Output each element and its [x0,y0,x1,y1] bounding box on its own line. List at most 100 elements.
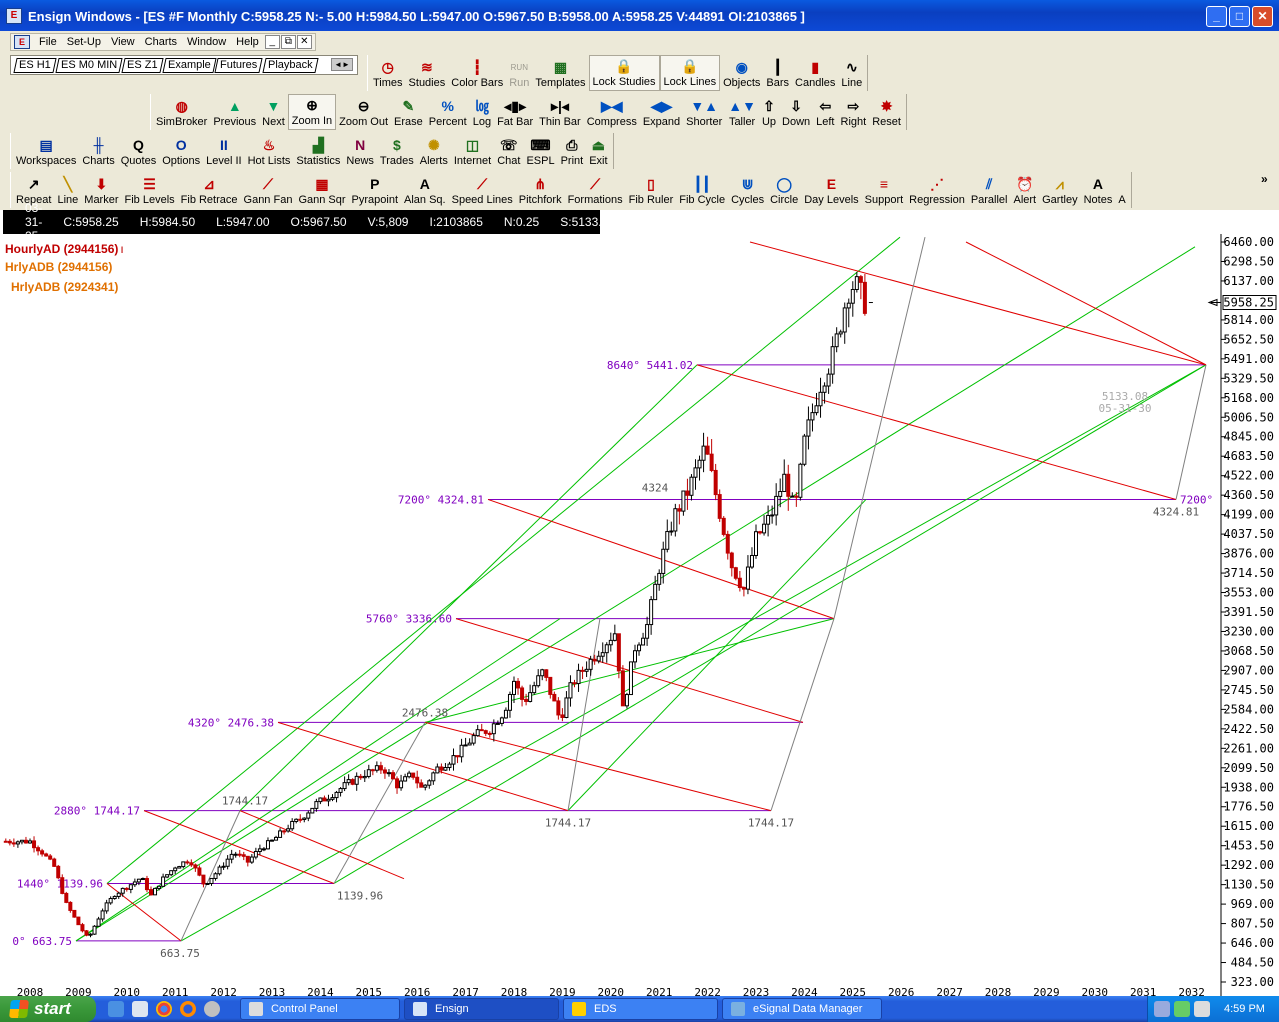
toolbar-button-fat-bar[interactable]: ◂▮▸ Fat Bar [494,94,536,130]
toolbar-button-level-ii[interactable]: II Level II [203,133,244,169]
menu-charts[interactable]: Charts [140,36,182,48]
child-restore-button[interactable]: ⧉ [280,35,296,49]
toolbar-button-percent[interactable]: % Percent [426,94,470,130]
toolbar-button-internet[interactable]: ◫ Internet [451,133,494,169]
toolbar-button-run[interactable]: RUN Run [506,55,532,91]
price-chart[interactable]: 6460.00 6298.50 6137.00 5814.00 5652.50 5491.… [0,234,1279,996]
layout-tab[interactable]: Playback [262,57,318,73]
toolbar-button-compress[interactable]: ▶◀ Compress [584,94,640,130]
toolbar-button-lock-lines[interactable]: 🔒 Lock Lines [659,55,721,91]
toolbar-button-candles[interactable]: ▮ Candles [792,55,838,91]
toolbar-button-a[interactable]: A [1115,172,1128,208]
toolbar-button-pitchfork[interactable]: ⋔ Pitchfork [516,172,565,208]
study-label-hrlyadb-2[interactable]: HrlyADB (2924341) [11,280,118,294]
study-label-hourlyad[interactable]: HourlyAD (2944156) ı [5,242,124,256]
toolbar-button-shorter[interactable]: ▼▲ Shorter [683,94,725,130]
toolbar-button-fib-ruler[interactable]: ▯ Fib Ruler [626,172,677,208]
toolbar-button-alan-sq[interactable]: A Alan Sq. [401,172,449,208]
toolbar-button-down[interactable]: ⇩ Down [779,94,813,130]
layout-tab[interactable]: ES H1 [13,57,57,73]
toolbar-button-up[interactable]: ⇧ Up [759,94,779,130]
toolbar-button-zoom-in[interactable]: ⊕ Zoom In [287,94,337,130]
title-bar[interactable]: E Ensign Windows - [ES #F Monthly C:5958… [0,0,1279,31]
tab-scroll-arrows[interactable]: ◄► [331,58,353,71]
app-quicklaunch-icon[interactable] [204,1001,220,1017]
toolbar-button-templates[interactable]: ▦ Templates [532,55,588,91]
chrome-icon[interactable] [156,1001,172,1017]
toolbar-button-fib-levels[interactable]: ☰ Fib Levels [122,172,178,208]
ie-icon[interactable] [108,1001,124,1017]
toolbar-button-zoom-out[interactable]: ⊖ Zoom Out [336,94,391,130]
toolbar-button-options[interactable]: O Options [159,133,203,169]
toolbar-button-studies[interactable]: ≋ Studies [406,55,449,91]
layout-tab[interactable]: Example [162,57,217,73]
menu-help[interactable]: Help [231,36,264,48]
toolbar-button-trades[interactable]: $ Trades [377,133,417,169]
toolbar-button-workspaces[interactable]: ▤ Workspaces [13,133,79,169]
toolbar-button-chat[interactable]: ☏ Chat [494,133,523,169]
toolbar-button-alert[interactable]: ⏰ Alert [1011,172,1040,208]
toolbar-button-gann-sqr[interactable]: ▦ Gann Sqr [295,172,348,208]
toolbar-button-simbroker[interactable]: ◍ SimBroker [153,94,210,130]
task-control-panel[interactable]: Control Panel [240,998,400,1020]
toolbar-button-charts[interactable]: ╫ Charts [79,133,117,169]
task-esignal-data-manager[interactable]: eSignal Data Manager [722,998,882,1020]
toolbar-button-left[interactable]: ⇦ Left [813,94,837,130]
ensign-app-icon[interactable]: E [6,8,22,24]
maximize-button[interactable]: □ [1229,6,1250,27]
toolbar-button-exit[interactable]: ⏏ Exit [586,133,610,169]
toolbar-button-log[interactable]: ㏒ Log [470,94,494,130]
toolbar-button-support[interactable]: ≡ Support [862,172,907,208]
toolbar-button-gann-fan[interactable]: ⟋ Gann Fan [241,172,296,208]
toolbar-button-taller[interactable]: ▲▼ Taller [725,94,759,130]
toolbar-button-marker[interactable]: ⬇ Marker [81,172,121,208]
firefox-icon[interactable] [180,1001,196,1017]
toolbar-button-thin-bar[interactable]: ▸|◂ Thin Bar [536,94,584,130]
toolbar-button-line[interactable]: ∿ Line [838,55,865,91]
toolbar-button-hot-lists[interactable]: ♨ Hot Lists [245,133,294,169]
toolbar-button-parallel[interactable]: ⫽ Parallel [968,172,1011,208]
toolbar-button-erase[interactable]: ✎ Erase [391,94,426,130]
toolbar-button-bars[interactable]: ┃ Bars [763,55,792,91]
toolbar-button-circle[interactable]: ◯ Circle [767,172,801,208]
toolbar-button-objects[interactable]: ◉ Objects [720,55,763,91]
child-minimize-button[interactable]: _ [264,35,280,49]
menu-setup[interactable]: Set-Up [62,36,106,48]
network-icon[interactable] [1154,1001,1170,1017]
toolbar-button-fib-cycle[interactable]: ┃┃ Fib Cycle [676,172,728,208]
toolbar-button-previous[interactable]: ▲ Previous [210,94,259,130]
toolbar-button-gartley[interactable]: ⩘ Gartley [1039,172,1080,208]
task-eds[interactable]: EDS [563,998,718,1020]
toolbar-button-times[interactable]: ◷ Times [370,55,406,91]
toolbar-button-expand[interactable]: ◀▶ Expand [640,94,683,130]
volume-icon[interactable] [1194,1001,1210,1017]
toolbar-button-line[interactable]: ╲ Line [54,172,81,208]
toolbar-button-regression[interactable]: ⋰ Regression [906,172,968,208]
toolbar-button-day-levels[interactable]: E Day Levels [801,172,861,208]
toolbar-button-color-bars[interactable]: ┇ Color Bars [448,55,506,91]
close-button[interactable]: ✕ [1252,6,1273,27]
menu-file[interactable]: File [34,36,62,48]
minimize-button[interactable]: _ [1206,6,1227,27]
study-label-hrlyadb-1[interactable]: HrlyADB (2944156) [5,260,112,274]
menu-view[interactable]: View [106,36,140,48]
toolbar-button-cycles[interactable]: ⋓ Cycles [728,172,767,208]
toolbar-button-quotes[interactable]: Q Quotes [118,133,159,169]
tray-app-icon[interactable] [1174,1001,1190,1017]
toolbar-button-formations[interactable]: ⟋ Formations [565,172,626,208]
toolbar-button-print[interactable]: ⎙ Print [558,133,587,169]
show-desktop-icon[interactable] [132,1001,148,1017]
toolbar-button-news[interactable]: N News [343,133,377,169]
toolbar-button-statistics[interactable]: ▟ Statistics [293,133,343,169]
toolbar-button-fib-retrace[interactable]: ⊿ Fib Retrace [178,172,241,208]
layout-tab[interactable]: ES M0 MIN [55,57,123,73]
toolbar-button-espl[interactable]: ⌨ ESPL [523,133,557,169]
toolbar-button-pyrapoint[interactable]: P Pyrapoint [349,172,401,208]
child-window-icon[interactable]: E [14,35,30,49]
menu-window[interactable]: Window [182,36,231,48]
start-button[interactable]: start [0,996,96,1022]
toolbar-button-reset[interactable]: ✸ Reset [869,94,904,130]
layout-tab[interactable]: ES Z1 [121,57,164,73]
toolbar-button-notes[interactable]: A Notes [1081,172,1116,208]
toolbar-button-lock-studies[interactable]: 🔒 Lock Studies [588,55,660,91]
